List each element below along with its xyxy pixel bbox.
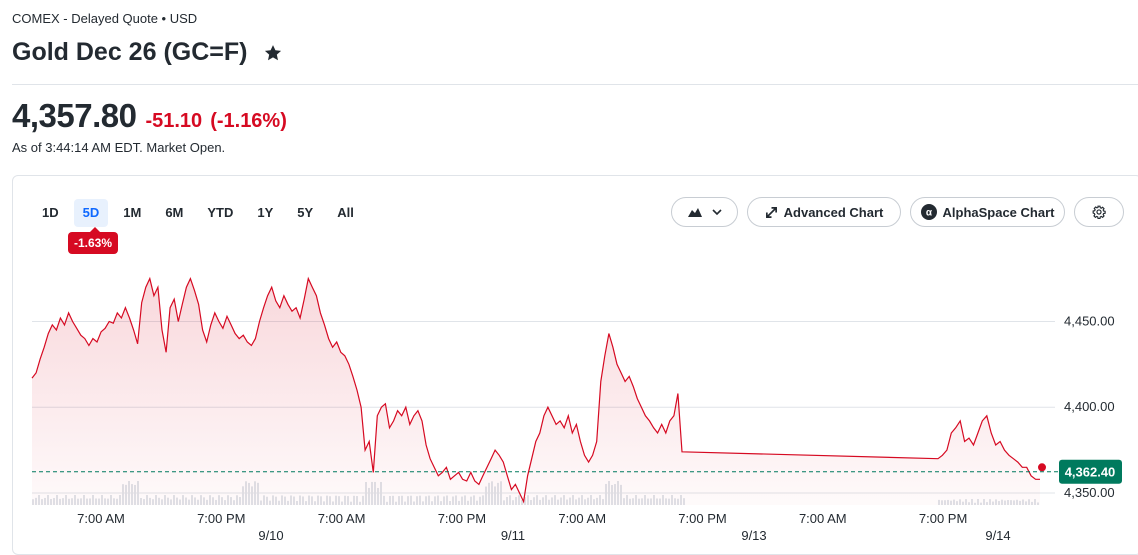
chevron-down-icon: [711, 209, 722, 216]
mountain-chart-icon: [687, 208, 702, 217]
alphaspace-chart-label: AlphaSpace Chart: [942, 204, 1055, 220]
range-1y[interactable]: 1Y: [248, 199, 282, 227]
title-row: Gold Dec 26 (GC=F): [12, 38, 283, 67]
header-divider: [12, 84, 1138, 85]
expand-icon: [765, 206, 777, 218]
exchange-label: COMEX - Delayed Quote • USD: [12, 11, 198, 26]
range-change-badge: -1.63%: [68, 227, 119, 254]
range-1d[interactable]: 1D: [33, 199, 68, 227]
quote-timestamp: As of 3:44:14 AM EDT. Market Open.: [12, 140, 226, 155]
current-price: 4,357.80: [12, 97, 137, 134]
advanced-chart-label: Advanced Chart: [783, 204, 884, 220]
range-ytd[interactable]: YTD: [198, 199, 242, 227]
alphaspace-chart-button[interactable]: α AlphaSpace Chart: [910, 197, 1065, 227]
range-1m[interactable]: 1M: [114, 199, 150, 227]
chart-type-button[interactable]: [671, 197, 738, 227]
range-selector: 1D 5D 1M 6M YTD 1Y 5Y All: [33, 199, 369, 227]
chart-settings-button[interactable]: [1074, 197, 1124, 227]
price-change-percent: (-1.16%): [210, 110, 287, 132]
range-5y[interactable]: 5Y: [288, 199, 322, 227]
range-all[interactable]: All: [328, 199, 363, 227]
range-6m[interactable]: 6M: [156, 199, 192, 227]
quote-row: 4,357.80 -51.10 (-1.16%): [12, 97, 287, 135]
chart-card: [12, 175, 1138, 555]
svg-text:α: α: [925, 208, 932, 219]
page-title: Gold Dec 26 (GC=F): [12, 38, 248, 66]
price-change: -51.10: [145, 110, 203, 132]
advanced-chart-button[interactable]: Advanced Chart: [747, 197, 901, 227]
gear-icon: [1092, 205, 1106, 219]
star-icon[interactable]: [263, 43, 283, 63]
range-5d[interactable]: 5D: [73, 199, 109, 227]
alphaspace-logo-icon: α: [920, 204, 937, 220]
